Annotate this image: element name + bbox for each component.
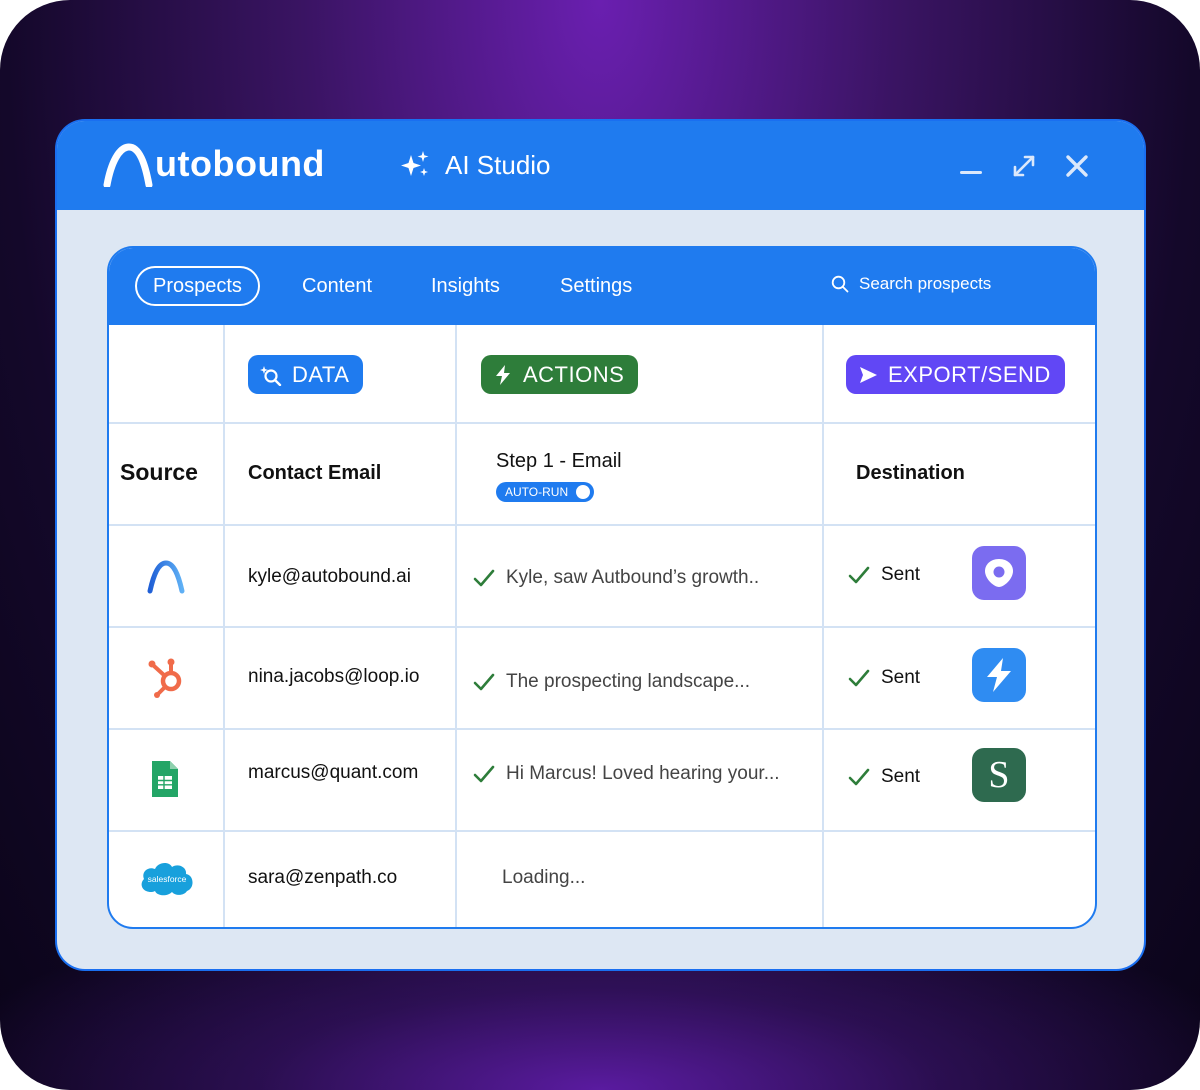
- step-header: Step 1 - Email: [496, 450, 622, 472]
- salesloft-destination-icon[interactable]: S: [972, 748, 1026, 802]
- email-preview: The prospecting landscape...: [472, 670, 750, 694]
- sent-status: Sent: [847, 666, 920, 690]
- ai-studio-title: AI Studio: [399, 149, 551, 181]
- contact-email: sara@zenpath.co: [248, 867, 398, 888]
- contact-email: kyle@autobound.ai: [248, 566, 411, 587]
- app-logo: utobound: [103, 143, 325, 187]
- send-arrow-icon: [860, 366, 877, 383]
- data-pill-label: DATA: [292, 361, 350, 387]
- loading-text: Loading...: [502, 867, 585, 889]
- check-icon: [848, 768, 870, 786]
- email-preview-text: The prospecting landscape...: [506, 671, 750, 692]
- close-icon: [1066, 155, 1088, 177]
- search-icon: [831, 275, 849, 293]
- tab-content[interactable]: Content: [302, 266, 372, 306]
- auto-run-toggle[interactable]: AUTO-RUN: [496, 482, 595, 502]
- search-input[interactable]: Search prospects: [831, 274, 991, 294]
- check-icon: [473, 765, 495, 783]
- title-bar: utobound AI Studio: [57, 121, 1144, 210]
- tab-bar: Prospects Content Insights Settings Sear…: [109, 248, 1095, 325]
- source-header: Source: [120, 459, 198, 485]
- email-preview-text: Hi Marcus! Loved hearing your...: [506, 763, 780, 784]
- salesforce-source-icon: salesforce: [137, 855, 197, 901]
- close-button[interactable]: [1064, 153, 1090, 179]
- grid-line: [109, 830, 1095, 832]
- magnify-sparkle-icon: [260, 365, 282, 386]
- destination-header: Destination: [856, 462, 965, 484]
- minimize-button[interactable]: [958, 153, 984, 179]
- grid-line: [109, 626, 1095, 628]
- sent-status: Sent: [847, 563, 920, 587]
- sent-label: Sent: [881, 667, 921, 688]
- auto-run-label: AUTO-RUN: [505, 485, 569, 499]
- contact-email-header: Contact Email: [248, 462, 382, 484]
- autobound-source-icon: [139, 554, 193, 598]
- expand-button[interactable]: [1011, 153, 1037, 179]
- grid-line: [109, 524, 1095, 526]
- background-frame: utobound AI Studio Prospects Content Ins…: [0, 0, 1200, 1090]
- tab-insights[interactable]: Insights: [431, 266, 500, 306]
- export-pill-label: EXPORT/SEND: [888, 361, 1051, 387]
- apollo-destination-icon[interactable]: [972, 648, 1026, 702]
- google-sheets-source-icon: [145, 755, 185, 803]
- email-preview: Kyle, saw Autbound’s growth..: [472, 566, 759, 590]
- search-placeholder: Search prospects: [859, 274, 992, 293]
- hubspot-source-icon: [139, 654, 193, 700]
- tab-prospects[interactable]: Prospects: [135, 266, 260, 306]
- section-title: AI Studio: [445, 149, 551, 180]
- actions-pill-label: ACTIONS: [523, 361, 625, 387]
- toggle-knob: [576, 485, 591, 499]
- prospects-panel: Prospects Content Insights Settings Sear…: [107, 246, 1097, 929]
- data-column-pill[interactable]: DATA: [248, 355, 364, 394]
- salesforce-label: salesforce: [148, 874, 187, 884]
- sparkles-icon: [401, 151, 429, 176]
- loading-label: Loading...: [502, 867, 586, 888]
- bolt-icon: [496, 364, 510, 385]
- email-preview-text: Kyle, saw Autbound’s growth..: [506, 567, 760, 588]
- export-column-pill[interactable]: EXPORT/SEND: [846, 355, 1065, 394]
- check-icon: [848, 566, 870, 584]
- check-icon: [473, 673, 495, 691]
- outreach-destination-icon[interactable]: [972, 546, 1026, 600]
- email-preview: Hi Marcus! Loved hearing your...: [472, 762, 780, 786]
- autobound-logo-icon: [103, 143, 153, 187]
- app-window: utobound AI Studio Prospects Content Ins…: [57, 121, 1144, 969]
- minimize-icon: [960, 171, 982, 174]
- sent-label: Sent: [881, 564, 921, 585]
- contact-email: nina.jacobs@loop.io: [248, 666, 420, 687]
- salesloft-letter: S: [988, 754, 1010, 796]
- tab-settings[interactable]: Settings: [560, 266, 632, 306]
- sent-label: Sent: [881, 766, 921, 787]
- check-icon: [848, 669, 870, 687]
- grid-line: [109, 728, 1095, 730]
- check-icon: [473, 569, 495, 587]
- app-name: utobound: [155, 143, 325, 184]
- contact-email: marcus@quant.com: [248, 762, 419, 783]
- grid-line: [109, 422, 1095, 424]
- expand-icon: [1013, 155, 1035, 177]
- actions-column-pill[interactable]: ACTIONS: [481, 355, 639, 394]
- sent-status: Sent: [847, 765, 920, 789]
